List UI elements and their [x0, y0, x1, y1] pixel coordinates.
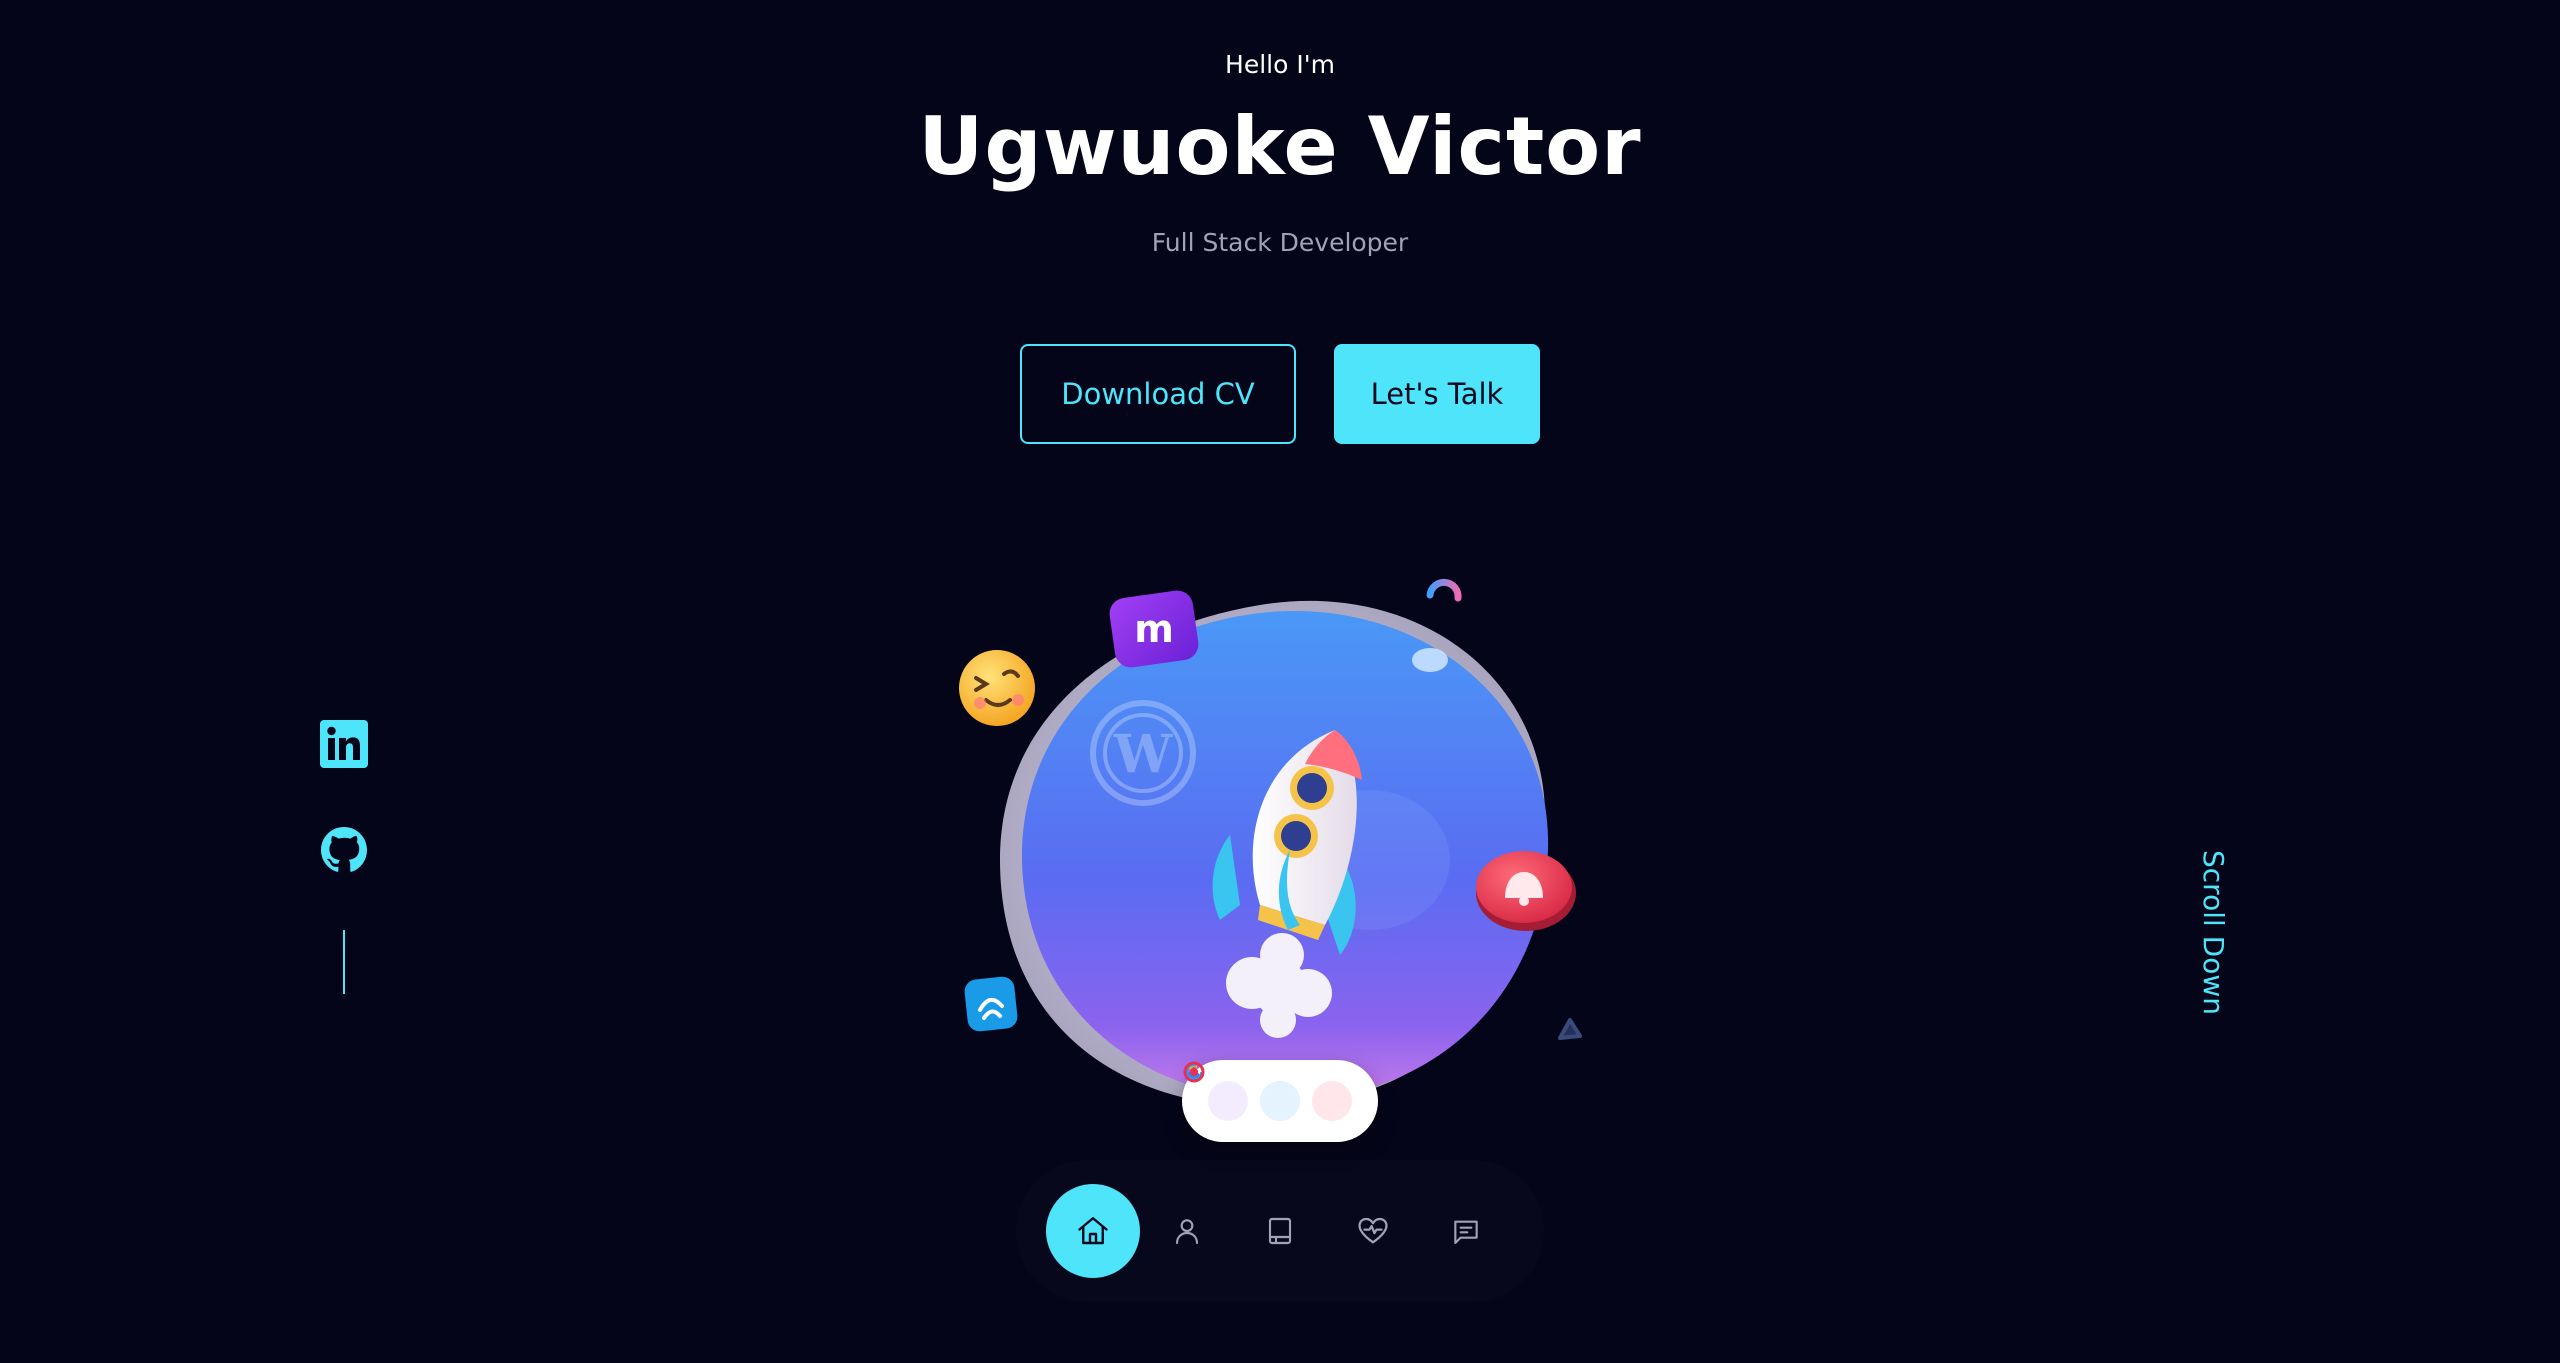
message-icon [1454, 1220, 1478, 1245]
linkedin-link[interactable] [318, 718, 370, 770]
book-icon [1268, 1217, 1292, 1245]
refresh-icon [1184, 1062, 1300, 1121]
nav-services[interactable] [1326, 1184, 1420, 1278]
page-title: Ugwuoke Victor [918, 100, 1642, 193]
lets-talk-button[interactable]: Let's Talk [1334, 344, 1540, 444]
emoji-icon [959, 650, 1035, 726]
team-icon [1185, 1063, 1248, 1121]
heart-pulse-icon [1358, 1217, 1388, 1244]
bell-badge-icon [1476, 851, 1576, 931]
greeting-text: Hello I'm [1225, 50, 1335, 79]
home-icon [1078, 1217, 1108, 1245]
svg-text:m: m [1134, 607, 1174, 651]
github-link[interactable] [318, 824, 370, 876]
hero-illustration: W m [940, 560, 1620, 1160]
bottom-nav [1016, 1160, 1544, 1302]
social-divider-line [343, 930, 345, 994]
purple-logo-badge-icon: m [1109, 590, 1199, 668]
nav-about[interactable] [1140, 1184, 1234, 1278]
download-cv-button[interactable]: Download CV [1020, 344, 1296, 444]
role-subtitle: Full Stack Developer [1151, 228, 1409, 257]
arc-shape-icon [1426, 578, 1462, 602]
github-icon [321, 827, 368, 872]
scroll-down-link[interactable]: Scroll Down [2197, 850, 2260, 1020]
user-icon [1175, 1219, 1199, 1245]
nav-contact[interactable] [1419, 1184, 1513, 1278]
tech-badges-pill [1182, 1060, 1378, 1142]
portfolio-page: Hello I'm Ugwuoke Victor Full Stack Deve… [0, 0, 2560, 1363]
linkedin-icon [320, 720, 368, 768]
triangle-shape-icon [1558, 1018, 1582, 1040]
social-links [318, 718, 370, 994]
svg-text:W: W [1113, 724, 1174, 785]
target-icon [1183, 1061, 1352, 1121]
nav-home[interactable] [1046, 1184, 1140, 1278]
scroll-down-label: Scroll Down [2197, 850, 2230, 1015]
blue-app-icon [964, 976, 1018, 1032]
nav-experience[interactable] [1233, 1184, 1327, 1278]
